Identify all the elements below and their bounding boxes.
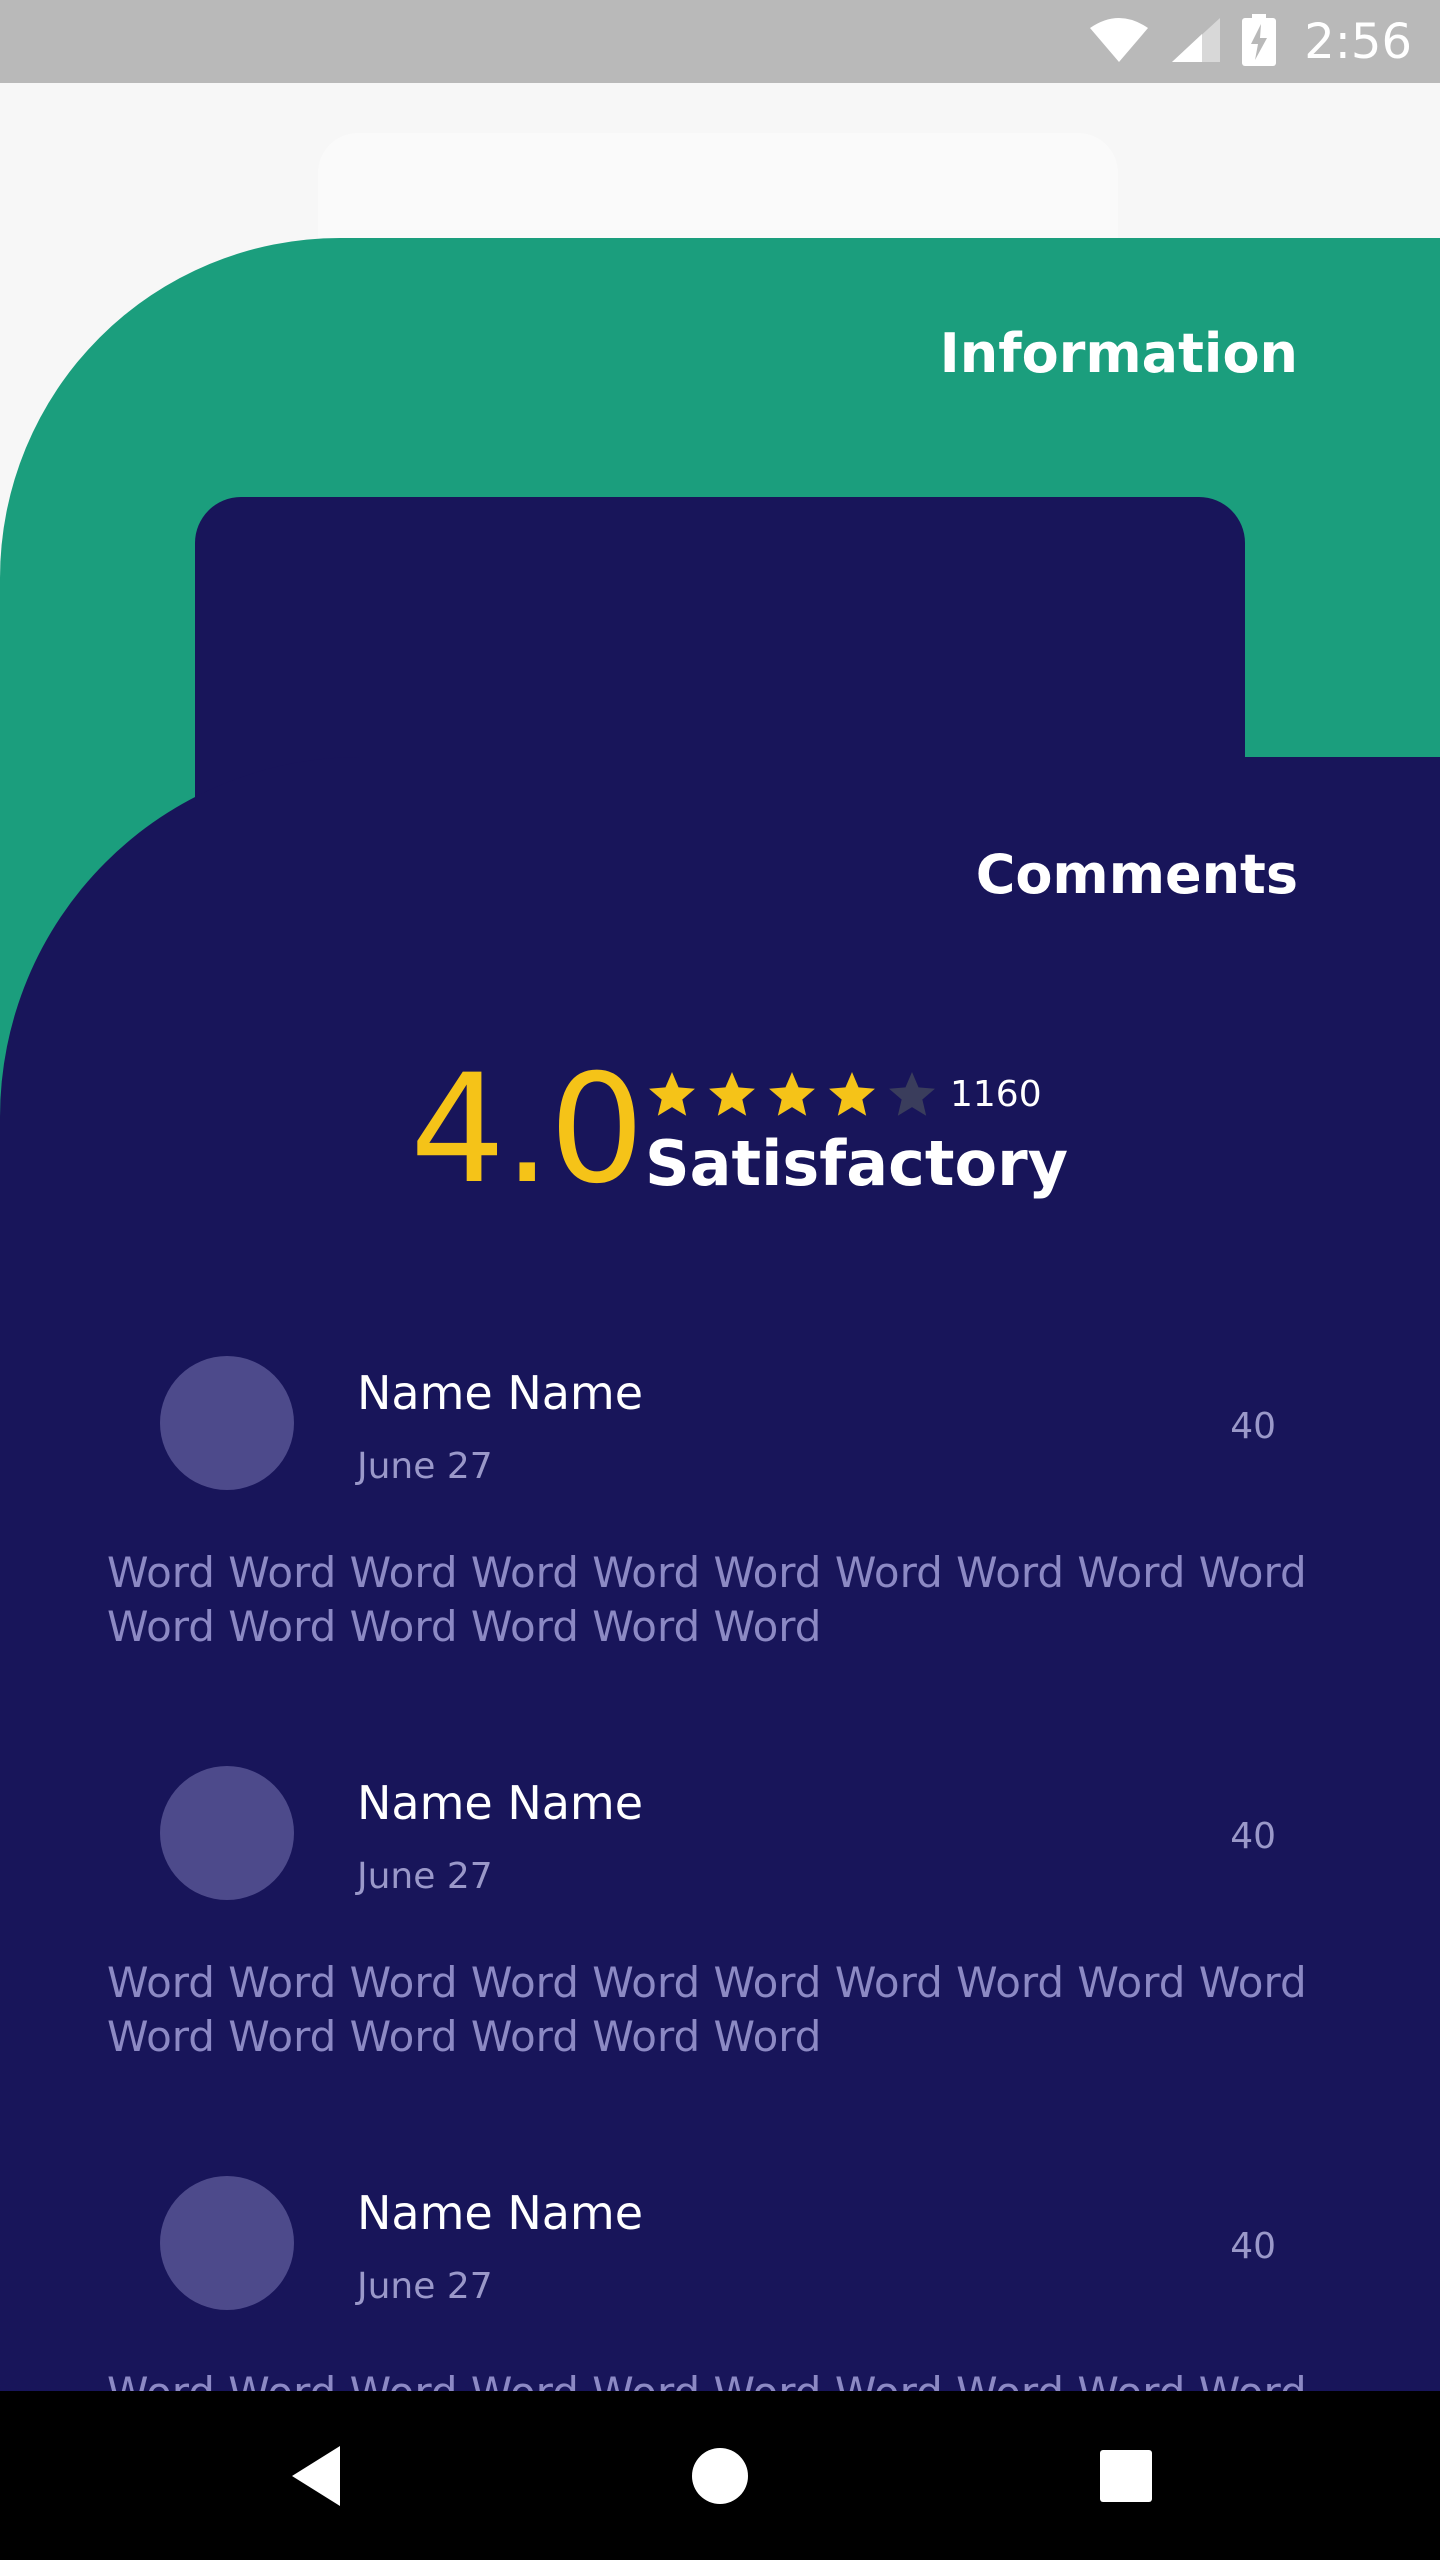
star-icon <box>709 1072 755 1116</box>
comment-author-name: Name Name <box>357 2186 644 2240</box>
star-rating <box>645 1068 939 1122</box>
comments-title[interactable]: Comments <box>976 843 1298 906</box>
back-button[interactable] <box>236 2391 396 2560</box>
avatar[interactable] <box>160 2176 294 2310</box>
avatar[interactable] <box>160 1356 294 1490</box>
home-icon <box>692 2447 748 2504</box>
signal-icon <box>1170 16 1222 68</box>
comment-count: 40 <box>1230 2226 1276 2267</box>
comment-item[interactable]: Name Name June 27 40 Word Word Word Word… <box>0 2176 1440 2391</box>
comment-date: June 27 <box>357 2266 493 2307</box>
top-background-shape <box>318 133 1118 243</box>
recents-icon <box>1100 2449 1152 2502</box>
avatar[interactable] <box>160 1766 294 1900</box>
star-empty-icon <box>889 1072 935 1116</box>
star-icon <box>649 1072 695 1116</box>
status-time: 2:56 <box>1304 13 1412 70</box>
screen: 2:56 Information Comments 4.0 1160 Satis… <box>0 0 1440 2560</box>
comment-date: June 27 <box>357 1446 493 1487</box>
comment-author-name: Name Name <box>357 1366 644 1420</box>
comment-author-name: Name Name <box>357 1776 644 1830</box>
status-icons: 2:56 <box>1088 0 1412 83</box>
star-icon <box>769 1072 815 1116</box>
comment-item[interactable]: Name Name June 27 40 Word Word Word Word… <box>0 1766 1440 2166</box>
comment-text: Word Word Word Word Word Word Word Word … <box>107 1548 1307 1651</box>
comment-count: 40 <box>1230 1406 1276 1447</box>
rating-count: 1160 <box>950 1074 1042 1115</box>
comment-date: June 27 <box>357 1856 493 1897</box>
comment-item[interactable]: Name Name June 27 40 Word Word Word Word… <box>0 1356 1440 1756</box>
battery-charging-icon <box>1242 13 1277 70</box>
status-bar: 2:56 <box>0 0 1440 83</box>
comment-text: Word Word Word Word Word Word Word Word … <box>107 1958 1307 2061</box>
navigation-bar <box>0 2391 1440 2560</box>
recents-button[interactable] <box>1046 2391 1206 2560</box>
information-title[interactable]: Information <box>940 322 1298 385</box>
rating-score: 4.0 <box>410 1043 645 1217</box>
home-button[interactable] <box>640 2391 800 2560</box>
wifi-icon <box>1088 16 1150 68</box>
rating-label: Satisfactory <box>645 1127 1069 1200</box>
back-icon <box>292 2445 340 2506</box>
comment-count: 40 <box>1230 1816 1276 1857</box>
comment-text: Word Word Word Word Word Word Word Word … <box>107 2366 1327 2391</box>
star-icon <box>829 1072 875 1116</box>
